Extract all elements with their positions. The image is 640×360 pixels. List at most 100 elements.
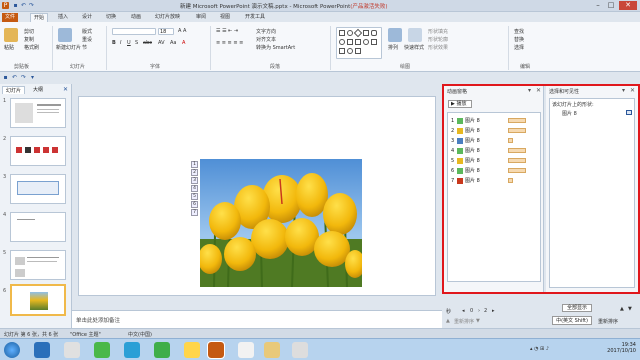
spacing-icon[interactable]: AV (158, 40, 165, 46)
align-icons[interactable]: ≡ ≡ ≡ ≡ ≡ (216, 40, 243, 46)
layout-button[interactable]: 版式 (82, 28, 92, 35)
bold-icon[interactable]: B (112, 40, 116, 46)
text-direction-button[interactable]: 文字方向 (256, 28, 276, 35)
italic-icon[interactable]: I (120, 40, 121, 46)
align-text-button[interactable]: 对齐文本 (256, 36, 276, 43)
arrange-icon[interactable] (388, 28, 402, 42)
zoom-out-icon[interactable]: ◂ (462, 308, 465, 314)
move-up-icon[interactable]: ▲ (446, 318, 450, 324)
paste-icon[interactable] (4, 28, 18, 42)
case-icon[interactable]: Aa (170, 40, 176, 46)
tab-home[interactable]: 开始 (30, 13, 49, 22)
save-icon[interactable]: ▪ (2, 74, 9, 81)
browser-icon[interactable] (34, 342, 50, 358)
shape-effects-button[interactable]: 形状效果 (428, 44, 448, 51)
tab-file[interactable]: 文件 (2, 13, 19, 22)
tab-animations[interactable]: 动画 (128, 13, 144, 22)
callout-shape-icon[interactable] (371, 39, 377, 45)
font-color-icon[interactable]: A (182, 40, 185, 46)
oval-shape-icon[interactable] (347, 30, 353, 36)
tab-view[interactable]: 视图 (217, 13, 233, 22)
font-name-box[interactable] (112, 28, 156, 35)
folder-icon[interactable] (184, 342, 200, 358)
rect-shape-icon[interactable] (363, 30, 369, 36)
paste-button[interactable]: 粘贴 (4, 44, 14, 51)
tab-transitions[interactable]: 切换 (103, 13, 119, 22)
move-down-icon[interactable]: ▼ (476, 318, 480, 324)
tab-review[interactable]: 审阅 (193, 13, 209, 22)
move-up-icon[interactable]: ▲ (620, 306, 624, 312)
copy-button[interactable]: 复制 (24, 36, 34, 43)
tray-icons[interactable]: ▴ ◔ ⊞ ♪ (530, 346, 549, 352)
slide-thumbnail-5[interactable] (10, 250, 66, 280)
find-button[interactable]: 查找 (514, 28, 524, 35)
cut-button[interactable]: 剪切 (24, 28, 34, 35)
select-button[interactable]: 选择 (514, 44, 524, 51)
app-icon[interactable] (94, 342, 110, 358)
slide-thumbnail-1[interactable] (10, 98, 66, 128)
brace-shape-icon[interactable] (339, 48, 345, 54)
shape-fill-button[interactable]: 形状填充 (428, 28, 448, 35)
slide-thumbnail-3[interactable] (10, 174, 66, 204)
slide-thumbnail-2[interactable] (10, 136, 66, 166)
slide-thumbnail-6[interactable] (10, 284, 66, 316)
clock[interactable]: 19:34 2017/10/10 (607, 342, 636, 354)
grow-font-icon[interactable]: A A (178, 28, 186, 34)
image-viewer-icon[interactable] (264, 342, 280, 358)
rectangle-shape-icon[interactable] (339, 30, 345, 36)
tab-insert[interactable]: 插入 (55, 13, 71, 22)
powerpoint-icon[interactable] (207, 341, 225, 359)
line-shape-icon[interactable] (355, 48, 361, 54)
app-icon[interactable]: P (2, 2, 9, 9)
arrange-button[interactable]: 排列 (388, 44, 398, 51)
tab-slideshow[interactable]: 幻灯片放映 (152, 13, 183, 22)
tulip-photo[interactable] (200, 159, 362, 287)
shadow-icon[interactable]: S (135, 40, 138, 46)
redo-icon[interactable]: ↷ (28, 2, 35, 9)
diamond-shape-icon[interactable] (353, 28, 363, 38)
replace-button[interactable]: 替换 (514, 36, 524, 43)
document-icon[interactable] (292, 342, 308, 358)
media-icon[interactable] (154, 342, 170, 358)
bullets-icon[interactable]: ☰ ☰ ⇤ ⇥ (216, 28, 238, 34)
close-icon[interactable]: ✕ (62, 86, 69, 93)
move-down-icon[interactable]: ▼ (628, 306, 632, 312)
rounded-shape-icon[interactable] (371, 30, 377, 36)
start-button-icon[interactable] (4, 342, 20, 358)
convert-smartart-button[interactable]: 转换为 SmartArt (256, 44, 295, 51)
smiley-shape-icon[interactable] (347, 48, 353, 54)
notes-pane[interactable]: 单击此处添加备注 (72, 310, 442, 328)
tab-slides[interactable]: 幻灯片 (2, 86, 26, 94)
quick-styles-button[interactable]: 快速样式 (404, 44, 424, 51)
customize-icon[interactable]: ▾ (29, 74, 36, 81)
slide-canvas[interactable]: 1 2 3 4 5 6 7 (78, 96, 436, 296)
shapes-gallery[interactable] (336, 27, 382, 59)
arrow-shape-icon[interactable] (347, 39, 353, 45)
maximize-button[interactable]: □ (605, 1, 617, 10)
font-size-box[interactable]: 18 (158, 28, 174, 35)
reset-button[interactable]: 重设 (82, 36, 92, 43)
shape-outline-button[interactable]: 形状轮廓 (428, 36, 448, 43)
explorer-icon[interactable] (64, 342, 80, 358)
cloud-icon[interactable] (124, 342, 140, 358)
star-shape-icon[interactable] (355, 39, 361, 45)
redo-icon[interactable]: ↷ (20, 74, 27, 81)
cloud-shape-icon[interactable] (363, 39, 369, 45)
save-icon[interactable]: ▪ (12, 2, 19, 9)
undo-icon[interactable]: ↶ (11, 74, 18, 81)
zoom-in-icon[interactable]: ▸ (492, 308, 495, 314)
tab-developer[interactable]: 开发工具 (242, 13, 268, 22)
slide-thumbnail-4[interactable] (10, 212, 66, 242)
quick-styles-icon[interactable] (408, 28, 422, 42)
new-slide-icon[interactable] (58, 28, 72, 42)
show-all-button[interactable]: 全部显示 (562, 304, 592, 312)
circle-shape-icon[interactable] (339, 39, 345, 45)
new-slide-button[interactable]: 新建幻灯片 (56, 44, 81, 51)
format-painter-button[interactable]: 格式刷 (24, 44, 39, 51)
strikethrough-icon[interactable]: abc (143, 40, 152, 46)
ime-indicator[interactable]: 中(英文 Shift) (552, 316, 592, 325)
tab-design[interactable]: 设计 (79, 13, 95, 22)
tab-outline[interactable]: 大纲 (30, 86, 46, 94)
undo-icon[interactable]: ↶ (20, 2, 27, 9)
minimize-button[interactable]: – (592, 1, 604, 10)
